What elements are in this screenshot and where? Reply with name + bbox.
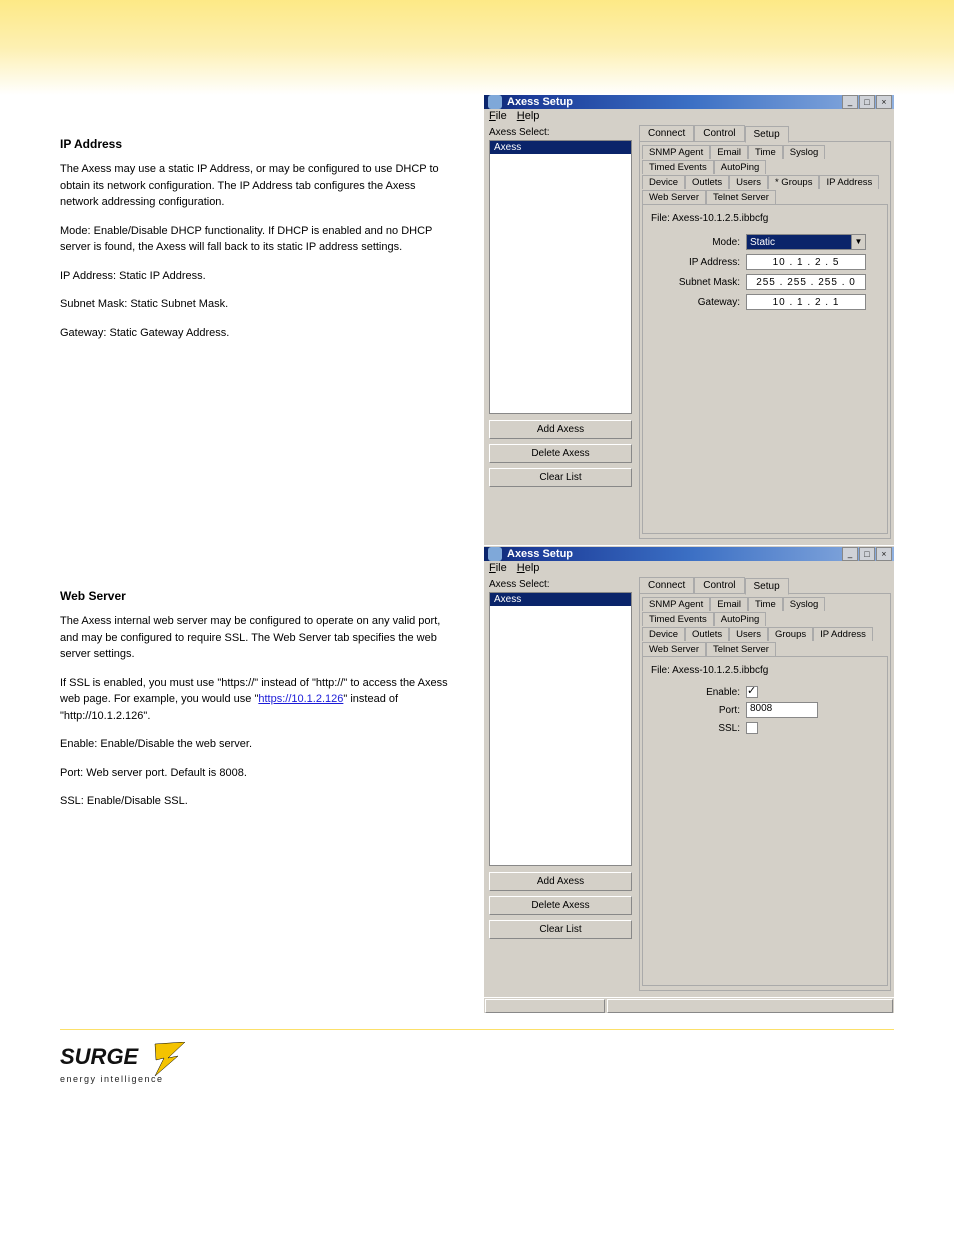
logo-text: SURGE xyxy=(60,1044,140,1069)
subtab-groups[interactable]: * Groups xyxy=(768,175,820,189)
subtab-time[interactable]: Time xyxy=(748,145,783,159)
close-icon[interactable]: × xyxy=(876,547,892,561)
subtab-device[interactable]: Device xyxy=(642,627,685,641)
enable-checkbox[interactable] xyxy=(746,686,758,698)
gw-label: Gateway: xyxy=(651,297,746,308)
subtab-users[interactable]: Users xyxy=(729,175,768,189)
subtab-webserver[interactable]: Web Server xyxy=(642,642,706,656)
subtab-syslog[interactable]: Syslog xyxy=(783,597,826,611)
port-label: Port: xyxy=(651,705,746,716)
gateway-field[interactable]: 10 . 1 . 2 . 1 xyxy=(746,294,866,310)
maximize-icon[interactable]: □ xyxy=(859,95,875,109)
subnet-mask-field[interactable]: 255 . 255 . 255 . 0 xyxy=(746,274,866,290)
web-p0: The Axess internal web server may be con… xyxy=(60,613,456,663)
ip-p4: Gateway: Static Gateway Address. xyxy=(60,325,456,342)
port-field[interactable]: 8008 xyxy=(746,702,818,718)
ip-p1: Mode: Enable/Disable DHCP functionality.… xyxy=(60,223,456,256)
tab-setup[interactable]: Setup xyxy=(745,578,789,595)
add-axess-button[interactable]: Add Axess xyxy=(489,872,632,891)
tab-control[interactable]: Control xyxy=(694,125,744,142)
menu-help[interactable]: Help xyxy=(517,110,540,122)
mode-value: Static xyxy=(750,237,775,248)
brand-logo: SURGE energy intelligence xyxy=(60,1042,200,1097)
subtab-timed[interactable]: Timed Events xyxy=(642,612,714,626)
window-title: Axess Setup xyxy=(507,96,573,108)
axess-select-label: Axess Select: xyxy=(489,579,632,590)
subtab-groups[interactable]: Groups xyxy=(768,627,813,641)
delete-axess-button[interactable]: Delete Axess xyxy=(489,444,632,463)
subtab-telnet[interactable]: Telnet Server xyxy=(706,642,776,656)
ip-p0: The Axess may use a static IP Address, o… xyxy=(60,161,456,211)
app-icon xyxy=(488,547,502,561)
list-item[interactable]: Axess xyxy=(490,593,631,606)
ssl-checkbox[interactable] xyxy=(746,722,758,734)
web-p1: If SSL is enabled, you must use "https:/… xyxy=(60,675,456,725)
mode-dropdown[interactable]: Static ▼ xyxy=(746,234,866,250)
subtab-email[interactable]: Email xyxy=(710,597,748,611)
clear-list-button[interactable]: Clear List xyxy=(489,468,632,487)
subtab-webserver[interactable]: Web Server xyxy=(642,190,706,204)
axess-listbox[interactable]: Axess xyxy=(489,592,632,866)
close-icon[interactable]: × xyxy=(876,95,892,109)
screenshot-ip: Axess Setup _ □ × File Help Axess Select… xyxy=(484,95,894,507)
subtab-snmp[interactable]: SNMP Agent xyxy=(642,597,710,611)
mode-label: Mode: xyxy=(651,237,746,248)
subtab-snmp[interactable]: SNMP Agent xyxy=(642,145,710,159)
bolt-icon xyxy=(155,1042,185,1076)
axess-listbox[interactable]: Axess xyxy=(489,140,632,414)
file-line: File: Axess-10.1.2.5.ibbcfg xyxy=(651,213,879,224)
subtab-time[interactable]: Time xyxy=(748,597,783,611)
subtab-users[interactable]: Users xyxy=(729,627,768,641)
subtab-outlets[interactable]: Outlets xyxy=(685,175,729,189)
tab-setup[interactable]: Setup xyxy=(745,126,789,143)
subtab-timed[interactable]: Timed Events xyxy=(642,160,714,174)
menu-file[interactable]: File xyxy=(489,110,507,122)
web-p3: Port: Web server port. Default is 8008. xyxy=(60,765,456,782)
maximize-icon[interactable]: □ xyxy=(859,547,875,561)
ssl-label: SSL: xyxy=(651,723,746,734)
web-p2: Enable: Enable/Disable the web server. xyxy=(60,736,456,753)
statusbar xyxy=(484,997,894,1013)
web-p4: SSL: Enable/Disable SSL. xyxy=(60,793,456,810)
tagline: energy intelligence xyxy=(60,1074,164,1084)
chevron-down-icon[interactable]: ▼ xyxy=(851,235,865,249)
subtab-autoping[interactable]: AutoPing xyxy=(714,612,767,626)
app-icon xyxy=(488,95,502,109)
list-item[interactable]: Axess xyxy=(490,141,631,154)
ip-p2: IP Address: Static IP Address. xyxy=(60,268,456,285)
add-axess-button[interactable]: Add Axess xyxy=(489,420,632,439)
enable-label: Enable: xyxy=(651,687,746,698)
example-link[interactable]: https://10.1.2.126 xyxy=(258,693,343,705)
subtab-outlets[interactable]: Outlets xyxy=(685,627,729,641)
minimize-icon[interactable]: _ xyxy=(842,547,858,561)
subtab-syslog[interactable]: Syslog xyxy=(783,145,826,159)
tab-connect[interactable]: Connect xyxy=(639,577,694,594)
menu-file[interactable]: File xyxy=(489,562,507,574)
subtab-ipaddress[interactable]: IP Address xyxy=(819,175,879,189)
section-title-ip: IP Address xyxy=(60,135,456,153)
tab-control[interactable]: Control xyxy=(694,577,744,594)
clear-list-button[interactable]: Clear List xyxy=(489,920,632,939)
subtab-email[interactable]: Email xyxy=(710,145,748,159)
subtab-ipaddress[interactable]: IP Address xyxy=(813,627,873,641)
window-title: Axess Setup xyxy=(507,548,573,560)
minimize-icon[interactable]: _ xyxy=(842,95,858,109)
file-line: File: Axess-10.1.2.5.ibbcfg xyxy=(651,665,879,676)
section-title-web: Web Server xyxy=(60,587,456,605)
tab-connect[interactable]: Connect xyxy=(639,125,694,142)
mask-label: Subnet Mask: xyxy=(651,277,746,288)
ip-p3: Subnet Mask: Static Subnet Mask. xyxy=(60,296,456,313)
subtab-telnet[interactable]: Telnet Server xyxy=(706,190,776,204)
screenshot-web: Axess Setup _ □ × File Help Axess Select… xyxy=(484,547,894,959)
delete-axess-button[interactable]: Delete Axess xyxy=(489,896,632,915)
axess-select-label: Axess Select: xyxy=(489,127,632,138)
subtab-device[interactable]: Device xyxy=(642,175,685,189)
menu-help[interactable]: Help xyxy=(517,562,540,574)
subtab-autoping[interactable]: AutoPing xyxy=(714,160,767,174)
ip-label: IP Address: xyxy=(651,257,746,268)
ip-address-field[interactable]: 10 . 1 . 2 . 5 xyxy=(746,254,866,270)
